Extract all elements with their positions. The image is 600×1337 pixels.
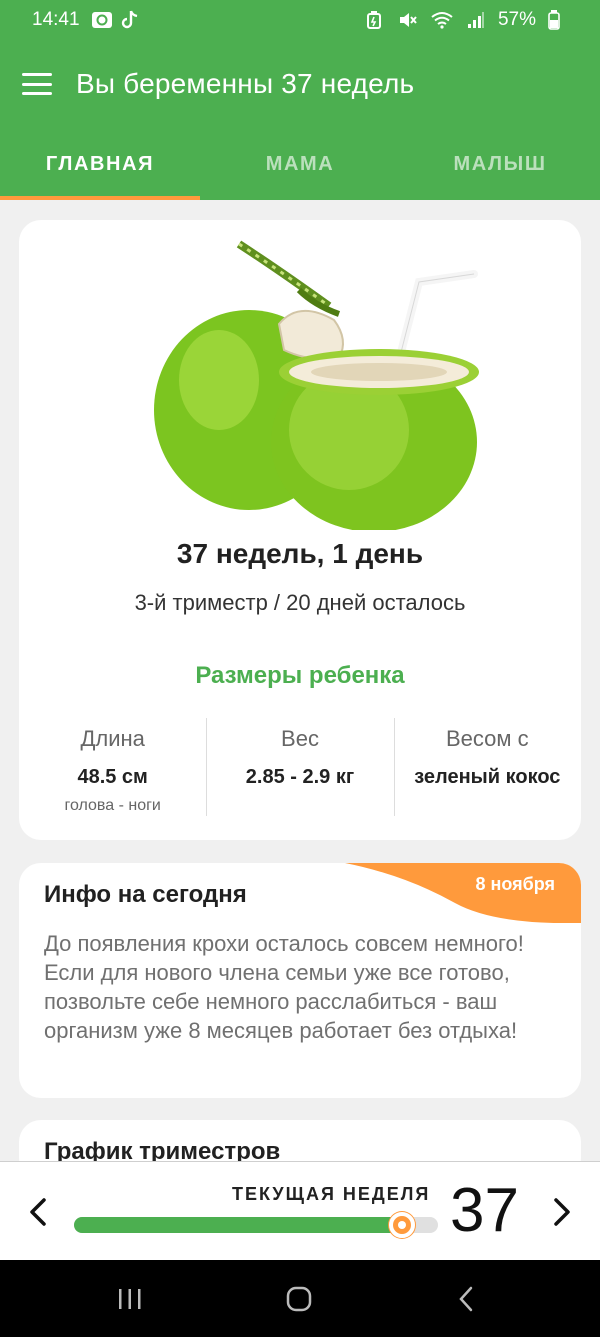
mute-icon xyxy=(396,9,420,31)
baby-sizes-title: Размеры ребенка xyxy=(195,662,405,689)
tab-main[interactable]: ГЛАВНАЯ xyxy=(0,128,200,200)
current-week-number: 37 xyxy=(450,1176,519,1245)
week-progress-fill xyxy=(74,1217,402,1233)
metric-note: голова - ноги xyxy=(64,797,161,814)
recent-apps-icon[interactable] xyxy=(110,1284,150,1314)
metric-label: Длина xyxy=(80,726,145,751)
page-title: Вы беременны 37 недель xyxy=(76,68,415,99)
baby-metrics: Длина 48.5 см голова - ноги Вес 2.85 - 2… xyxy=(19,718,581,816)
signal-icon xyxy=(464,9,488,31)
info-date: 8 ноября xyxy=(475,874,555,894)
coconut-image xyxy=(154,240,479,530)
info-text: До появления крохи осталось совсем немно… xyxy=(44,931,524,1043)
week-progress-slider[interactable] xyxy=(74,1212,438,1238)
tab-bar: ГЛАВНАЯ МАМА МАЛЫШ xyxy=(0,128,600,200)
week-subtitle: 3-й триместр / 20 дней осталось xyxy=(134,590,466,615)
screen-record-icon xyxy=(90,9,114,31)
status-bar: 14:41 57% xyxy=(0,0,600,40)
week-card: 37 недель, 1 день 3-й триместр / 20 дней… xyxy=(19,220,581,840)
metric-weight: Вес 2.85 - 2.9 кг xyxy=(206,718,393,816)
battery-saver-icon xyxy=(362,9,386,31)
tiktok-icon xyxy=(118,9,142,31)
system-nav-bar xyxy=(0,1260,600,1337)
back-icon[interactable] xyxy=(446,1284,486,1314)
chevron-right-icon[interactable] xyxy=(542,1184,582,1240)
menu-icon[interactable] xyxy=(22,73,52,95)
metric-length: Длина 48.5 см голова - ноги xyxy=(19,718,206,816)
home-icon[interactable] xyxy=(279,1284,319,1314)
chevron-left-icon[interactable] xyxy=(18,1184,58,1240)
week-selector: ТЕКУЩАЯ НЕДЕЛЯ 37 xyxy=(0,1161,600,1260)
slider-handle[interactable] xyxy=(388,1212,415,1238)
wifi-icon xyxy=(430,9,454,31)
metric-label: Весом с xyxy=(446,726,529,751)
metric-label: Вес xyxy=(281,726,319,751)
metric-value: зеленый кокос xyxy=(414,766,561,788)
tab-baby[interactable]: МАЛЫШ xyxy=(400,128,600,200)
current-week-label: ТЕКУЩАЯ НЕДЕЛЯ xyxy=(232,1184,431,1204)
metric-value: 2.85 - 2.9 кг xyxy=(245,766,355,788)
app-bar: Вы беременны 37 недель xyxy=(0,40,600,128)
week-title: 37 недель, 1 день xyxy=(176,538,424,569)
status-time: 14:41 xyxy=(32,9,80,30)
battery-icon xyxy=(542,9,566,31)
info-title: Инфо на сегодня xyxy=(44,881,247,908)
metric-value: 48.5 см xyxy=(77,766,148,788)
metric-compare: Весом с зеленый кокос xyxy=(393,718,581,816)
date-badge: 8 ноября xyxy=(345,863,581,923)
info-card[interactable]: 8 ноября Инфо на сегодня До появления кр… xyxy=(19,863,581,1098)
battery-percent: 57% xyxy=(497,9,536,30)
tab-mom[interactable]: МАМА xyxy=(200,128,400,200)
